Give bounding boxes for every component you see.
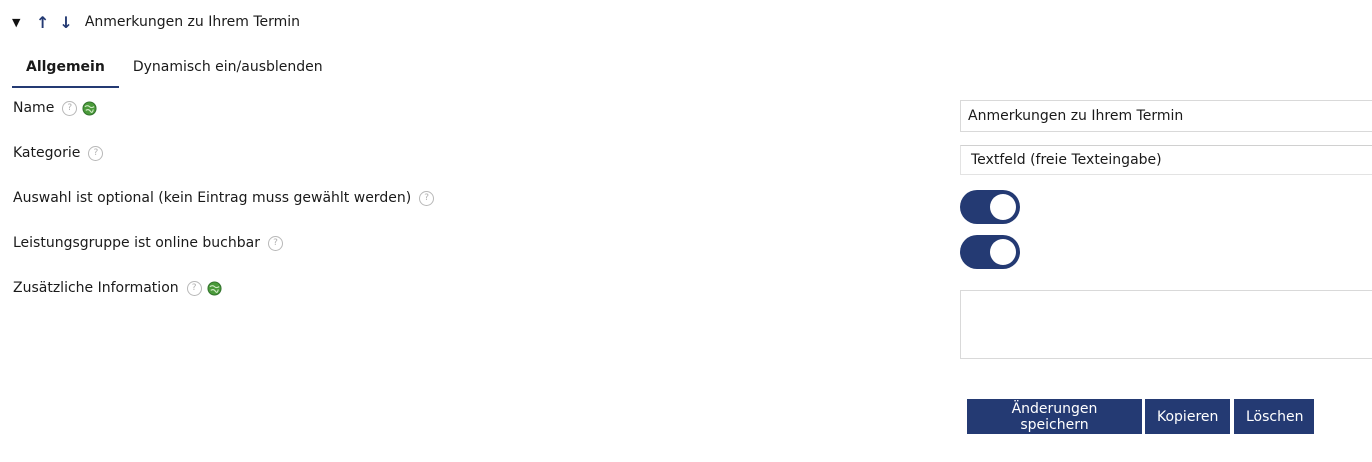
- online-toggle[interactable]: [960, 235, 1020, 269]
- globe-icon[interactable]: [207, 280, 222, 296]
- help-icon[interactable]: ?: [419, 190, 435, 206]
- tab-allgemein[interactable]: Allgemein: [12, 52, 119, 88]
- collapse-caret-icon[interactable]: ▼: [12, 16, 26, 29]
- name-input[interactable]: [960, 100, 1372, 132]
- save-button[interactable]: Änderungen speichern: [967, 399, 1142, 434]
- name-label: Name: [13, 100, 55, 116]
- help-icon[interactable]: ?: [88, 145, 104, 161]
- optional-toggle[interactable]: [960, 190, 1020, 224]
- online-row-label: Leistungsgruppe ist online buchbar ?: [13, 235, 283, 251]
- move-up-icon[interactable]: ↑: [36, 13, 49, 32]
- info-row-label: Zusätzliche Information ?: [13, 280, 222, 296]
- online-label: Leistungsgruppe ist online buchbar: [13, 235, 260, 251]
- copy-button[interactable]: Kopieren: [1145, 399, 1230, 434]
- toggle-knob: [990, 194, 1016, 220]
- delete-button[interactable]: Löschen: [1234, 399, 1314, 434]
- category-select[interactable]: Textfeld (freie Texteingabe): [960, 145, 1372, 175]
- move-down-icon[interactable]: ↓: [59, 13, 72, 32]
- info-label: Zusätzliche Information: [13, 280, 179, 296]
- info-textarea[interactable]: [960, 290, 1372, 359]
- tab-bar: Allgemein Dynamisch ein/ausblenden: [12, 52, 337, 88]
- help-icon[interactable]: ?: [186, 280, 202, 296]
- section-title: Anmerkungen zu Ihrem Termin: [84, 14, 301, 30]
- optional-row-label: Auswahl ist optional (kein Eintrag muss …: [13, 190, 435, 206]
- category-label: Kategorie: [13, 145, 81, 161]
- category-row-label: Kategorie ?: [13, 145, 104, 161]
- optional-label: Auswahl ist optional (kein Eintrag muss …: [13, 190, 412, 206]
- globe-icon[interactable]: [82, 100, 97, 116]
- name-row-label: Name ?: [13, 100, 97, 116]
- help-icon[interactable]: ?: [267, 235, 283, 251]
- help-icon[interactable]: ?: [62, 100, 78, 116]
- toggle-knob: [990, 239, 1016, 265]
- tab-dynamisch[interactable]: Dynamisch ein/ausblenden: [119, 52, 337, 86]
- section-header: ▼ ↑ ↓ Anmerkungen zu Ihrem Termin: [12, 12, 300, 32]
